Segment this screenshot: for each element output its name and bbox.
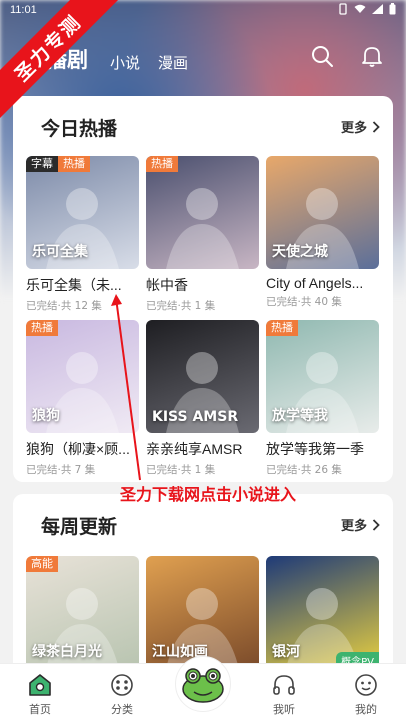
frog-center-button[interactable] (175, 656, 231, 712)
content-tile[interactable]: 银河概念PV (266, 556, 379, 669)
nav-home[interactable]: 首页 (10, 672, 70, 717)
badge-group: 热播 (146, 156, 178, 172)
battery-icon (389, 2, 396, 18)
cover-image[interactable]: 热播 (146, 156, 259, 269)
tab-novel[interactable]: 小说 (110, 52, 140, 73)
bottom-nav: 首页 分类 我听 我的 (0, 656, 406, 723)
status-badge: 热播 (266, 320, 298, 336)
today-hot-card: 今日热播 更多 乐可全集 字幕 热播 乐可全集（未... 已完结·共 12 集热播 帐中香… (13, 96, 393, 482)
cover-text: 绿茶白月光 (32, 644, 102, 660)
home-icon (27, 672, 53, 698)
cover-image[interactable]: 天使之城 (266, 156, 379, 269)
cover-text: 狼狗 (32, 408, 60, 424)
badge-group: 高能 (26, 556, 58, 572)
nav-category-label: 分类 (111, 703, 133, 716)
cover-image[interactable]: 放学等我 热播 (266, 320, 379, 433)
badge-group: 字幕 热播 (26, 156, 90, 172)
cover-text: 乐可全集 (32, 244, 88, 260)
badge-group: 热播 (26, 320, 58, 336)
tile-meta: 已完结·共 26 集 (266, 464, 342, 476)
more-link-today[interactable]: 更多 (341, 117, 380, 136)
nav-mine-label: 我的 (355, 703, 377, 716)
status-time: 11:01 (10, 4, 37, 16)
content-tile[interactable]: 热播帐中香已完结·共 1 集 (146, 156, 259, 313)
content-tile[interactable]: KISS AMSR 亲亲纯享AMSR 已完结·共 1 集 (146, 320, 259, 477)
cover-image[interactable]: 乐可全集 字幕 热播 (26, 156, 139, 269)
search-icon[interactable] (310, 44, 334, 68)
status-icons (338, 2, 396, 18)
chevron-right-icon (372, 121, 380, 133)
cover-text: KISS AMSR (152, 409, 239, 425)
chevron-right-icon (372, 519, 380, 531)
tile-meta: 已完结·共 1 集 (146, 464, 216, 476)
section-title-today: 今日热播 (31, 114, 143, 144)
annotation-text: 圣力下载网点击小说进入 (120, 485, 297, 504)
nav-listen[interactable]: 我听 (254, 672, 314, 717)
status-badge: 热播 (26, 320, 58, 336)
badge-group: 热播 (266, 320, 298, 336)
content-tile[interactable]: 天使之城 City of Angels... 已完结·共 40 集 (266, 156, 379, 309)
cover-text: 银河 (272, 644, 300, 660)
tile-title[interactable]: 帐中香 (146, 275, 259, 295)
cover-image[interactable]: 银河概念PV (266, 556, 379, 669)
signal-icon (372, 3, 383, 17)
bell-icon[interactable] (360, 44, 384, 68)
content-tile[interactable]: 绿茶白月光 高能 (26, 556, 139, 669)
nav-home-label: 首页 (29, 703, 51, 716)
more-link-weekly[interactable]: 更多 (341, 515, 380, 534)
cover-image[interactable]: 江山如画 (146, 556, 259, 669)
status-badge: 高能 (26, 556, 58, 572)
status-badge: 字幕 (26, 156, 58, 172)
nav-listen-label: 我听 (273, 703, 295, 716)
content-tile[interactable]: 放学等我 热播放学等我第一季已完结·共 26 集 (266, 320, 379, 477)
headphones-icon (271, 672, 297, 698)
annotation-arrow (111, 294, 141, 481)
tile-meta: 已完结·共 40 集 (266, 296, 342, 308)
vibrate-icon (338, 2, 348, 18)
nav-category[interactable]: 分类 (92, 672, 152, 717)
content-tile[interactable]: 江山如画 (146, 556, 259, 669)
cover-image[interactable]: 绿茶白月光 高能 (26, 556, 139, 669)
wifi-icon (354, 4, 366, 17)
cover-text: 天使之城 (272, 244, 328, 260)
tile-title[interactable]: 放学等我第一季 (266, 439, 379, 459)
cover-text: 放学等我 (272, 408, 328, 424)
profile-icon (353, 672, 379, 698)
cover-art (166, 188, 239, 269)
category-icon (109, 672, 135, 698)
section-title-weekly: 每周更新 (31, 512, 143, 542)
cover-image[interactable]: KISS AMSR (146, 320, 259, 433)
tile-title[interactable]: City of Angels... (266, 275, 379, 291)
tile-meta: 已完结·共 1 集 (146, 300, 216, 312)
tab-comic[interactable]: 漫画 (158, 52, 188, 73)
nav-mine[interactable]: 我的 (336, 672, 396, 717)
frog-icon (182, 668, 224, 703)
status-badge: 热播 (146, 156, 178, 172)
status-badge: 热播 (58, 156, 90, 172)
tile-title[interactable]: 亲亲纯享AMSR (146, 439, 259, 459)
